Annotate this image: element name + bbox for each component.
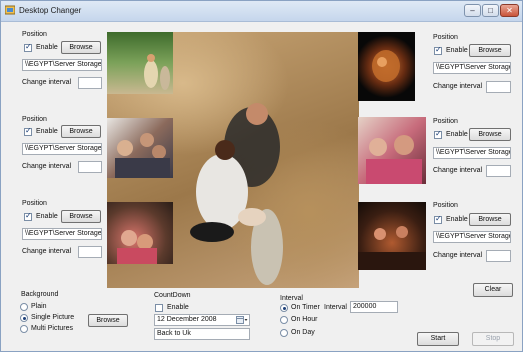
- browse-button-bottom-right[interactable]: Browse: [469, 213, 511, 226]
- path-field-mid-right[interactable]: \\EGYPT\Server Storage: [433, 147, 511, 159]
- interval-label-mid-right: Change interval: [433, 167, 483, 174]
- position-title-top-right: Position: [433, 34, 458, 41]
- enable-checkbox-mid-right[interactable]: [434, 129, 442, 139]
- clear-button[interactable]: Clear: [473, 283, 513, 297]
- background-option-plain-label: Plain: [31, 303, 47, 310]
- position-title-mid-left: Position: [22, 116, 47, 123]
- countdown-enable-checkbox[interactable]: [155, 304, 163, 312]
- enable-checkbox-bottom-left[interactable]: [24, 211, 32, 221]
- enable-checkbox-top-right[interactable]: [434, 45, 442, 55]
- enable-label-mid-left: Enable: [36, 128, 58, 135]
- enable-label-top-right: Enable: [446, 47, 468, 54]
- interval-label-bottom-right: Change interval: [433, 252, 483, 259]
- path-field-mid-left[interactable]: \\EGYPT\Server Storage: [22, 143, 102, 155]
- countdown-group-title: CountDown: [154, 292, 191, 299]
- interval-field-bottom-right[interactable]: [486, 250, 511, 262]
- interval-value-field[interactable]: 200000: [350, 301, 398, 313]
- browse-button-mid-left[interactable]: Browse: [61, 125, 101, 138]
- browse-button-bottom-left[interactable]: Browse: [61, 210, 101, 223]
- browse-button-top-right[interactable]: Browse: [469, 44, 511, 57]
- browse-button-top-left[interactable]: Browse: [61, 41, 101, 54]
- interval-option-day-label: On Day: [291, 329, 315, 336]
- countdown-message-field[interactable]: Back to Uk: [154, 328, 250, 340]
- interval-field-bottom-left[interactable]: [78, 246, 102, 258]
- interval-label-top-right: Change interval: [433, 83, 483, 90]
- interval-option-hour-label: On Hour: [291, 316, 318, 323]
- title-bar: Desktop Changer – □ ✕: [1, 1, 522, 22]
- background-option-multi-radio[interactable]: [20, 325, 28, 333]
- interval-option-day-radio[interactable]: [280, 329, 288, 337]
- enable-checkbox-mid-left[interactable]: [24, 126, 32, 136]
- interval-value-label: Interval: [324, 304, 347, 311]
- photo-bottom-right: [358, 202, 426, 270]
- position-title-bottom-left: Position: [22, 200, 47, 207]
- enable-label-bottom-right: Enable: [446, 216, 468, 223]
- interval-field-top-left[interactable]: [78, 77, 102, 89]
- enable-label-bottom-left: Enable: [36, 213, 58, 220]
- background-browse-button[interactable]: Browse: [88, 314, 128, 327]
- enable-checkbox-bottom-right[interactable]: [434, 214, 442, 224]
- enable-checkbox-top-left[interactable]: [24, 42, 32, 52]
- calendar-dropdown-icon[interactable]: [236, 316, 248, 325]
- minimize-button[interactable]: –: [464, 4, 481, 17]
- background-option-plain-radio[interactable]: [20, 303, 28, 311]
- interval-field-mid-right[interactable]: [486, 165, 511, 177]
- photo-middle-left: [107, 118, 173, 178]
- app-window: Desktop Changer – □ ✕ Position ✓ Enable …: [0, 0, 523, 352]
- path-field-top-right[interactable]: \\EGYPT\Server Storage: [433, 62, 511, 74]
- interval-option-timer-label: On Timer: [291, 304, 320, 311]
- start-button[interactable]: Start: [417, 332, 459, 346]
- close-button[interactable]: ✕: [500, 4, 519, 17]
- enable-label-mid-right: Enable: [446, 131, 468, 138]
- countdown-date-value: 12 December 2008: [157, 316, 217, 323]
- interval-group-title: Interval: [280, 295, 303, 302]
- position-title-bottom-right: Position: [433, 202, 458, 209]
- interval-field-mid-left[interactable]: [78, 161, 102, 173]
- interval-option-timer-radio[interactable]: [280, 304, 288, 312]
- interval-label-top-left: Change interval: [22, 79, 72, 86]
- position-title-mid-right: Position: [433, 118, 458, 125]
- countdown-date-picker[interactable]: 12 December 2008: [154, 314, 250, 326]
- stop-button[interactable]: Stop: [472, 332, 514, 346]
- position-title-top-left: Position: [22, 31, 47, 38]
- app-icon: [5, 5, 15, 15]
- path-field-bottom-left[interactable]: \\EGYPT\Server Storage: [22, 228, 102, 240]
- background-option-single-radio[interactable]: [20, 314, 28, 322]
- background-option-multi-label: Multi Pictures: [31, 325, 74, 332]
- interval-option-hour-radio[interactable]: [280, 316, 288, 324]
- photo-bottom-left: [107, 202, 173, 264]
- photo-top-left: [107, 32, 173, 94]
- browse-button-mid-right[interactable]: Browse: [469, 128, 511, 141]
- photo-top-right: [358, 32, 415, 101]
- photo-middle-right: [358, 117, 426, 184]
- interval-label-mid-left: Change interval: [22, 163, 72, 170]
- path-field-bottom-right[interactable]: \\EGYPT\Server Storage: [433, 231, 511, 243]
- interval-field-top-right[interactable]: [486, 81, 511, 93]
- window-title: Desktop Changer: [19, 6, 82, 15]
- background-option-single-label: Single Picture: [31, 314, 75, 321]
- background-group-title: Background: [21, 291, 59, 298]
- maximize-button[interactable]: □: [482, 4, 499, 17]
- enable-label-top-left: Enable: [36, 44, 58, 51]
- path-field-top-left[interactable]: \\EGYPT\Server Storage: [22, 59, 102, 71]
- countdown-enable-label: Enable: [167, 304, 189, 311]
- interval-label-bottom-left: Change interval: [22, 248, 72, 255]
